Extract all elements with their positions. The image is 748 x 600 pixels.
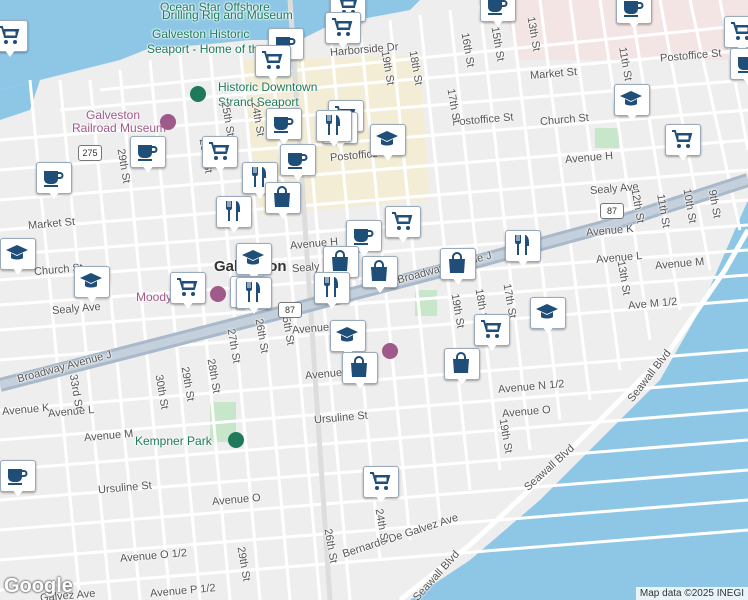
coffee-cup-marker[interactable] [730,48,748,86]
route-275-shield: 275 [78,145,102,161]
coffee-cup-marker[interactable] [266,108,302,146]
restaurant-marker[interactable] [216,196,252,234]
shopping-cart-marker[interactable] [255,45,291,83]
coffee-cup-marker[interactable] [480,0,516,28]
shopping-bag-marker[interactable] [362,256,398,294]
coffee-cup-marker[interactable] [280,144,316,182]
school-marker[interactable] [614,84,650,122]
shopping-cart-marker[interactable] [325,12,361,50]
map-attribution: Map data ©2025 INEGI [635,587,748,600]
kempner-park-pin-icon[interactable] [228,432,244,448]
galveston-historic-label: Galveston Historic [152,27,250,41]
shopping-bag-marker[interactable] [444,348,480,386]
restaurant-marker[interactable] [314,272,350,310]
shopping-bag-marker[interactable] [265,182,301,220]
coffee-cup-marker[interactable] [130,136,166,174]
drilling-rig-label: Drilling Rig and Museum [162,8,293,22]
shopping-cart-marker[interactable] [0,20,28,58]
shopping-bag-marker[interactable] [440,248,476,286]
shopping-cart-marker[interactable] [170,272,206,310]
school-marker[interactable] [530,297,566,335]
google-logo: Google [4,575,73,597]
museum-pin-icon[interactable] [382,343,398,359]
shopping-cart-marker[interactable] [202,136,238,174]
route-87-east-shield: 87 [600,203,624,219]
coffee-cup-marker[interactable] [616,0,652,30]
map-canvas[interactable]: Ocean Star Offshore Drilling Rig and Mus… [0,0,748,600]
route-87-west-shield: 87 [278,302,302,318]
shopping-cart-marker[interactable] [385,206,421,244]
historic-downtown-pin-icon[interactable] [190,86,206,102]
shopping-bag-marker[interactable] [342,352,378,390]
galveston-rr-label: Galveston [86,108,141,122]
coffee-cup-marker[interactable] [0,460,36,498]
coffee-cup-marker[interactable] [36,162,72,200]
shopping-cart-marker[interactable] [363,466,399,504]
moody-pin-icon[interactable] [210,286,226,302]
restaurant-marker[interactable] [505,230,541,268]
shopping-cart-marker[interactable] [665,124,701,162]
railroad-museum-label: Railroad Museum [72,121,167,135]
school-marker[interactable] [74,266,110,304]
restaurant-marker[interactable] [236,277,272,315]
restaurant-marker[interactable] [316,110,352,148]
shopping-cart-marker[interactable] [474,314,510,352]
kempner-park-label: Kempner Park [135,434,212,448]
railroad-museum-pin-icon[interactable] [160,114,176,130]
school-marker[interactable] [0,238,36,276]
school-marker[interactable] [370,124,406,162]
